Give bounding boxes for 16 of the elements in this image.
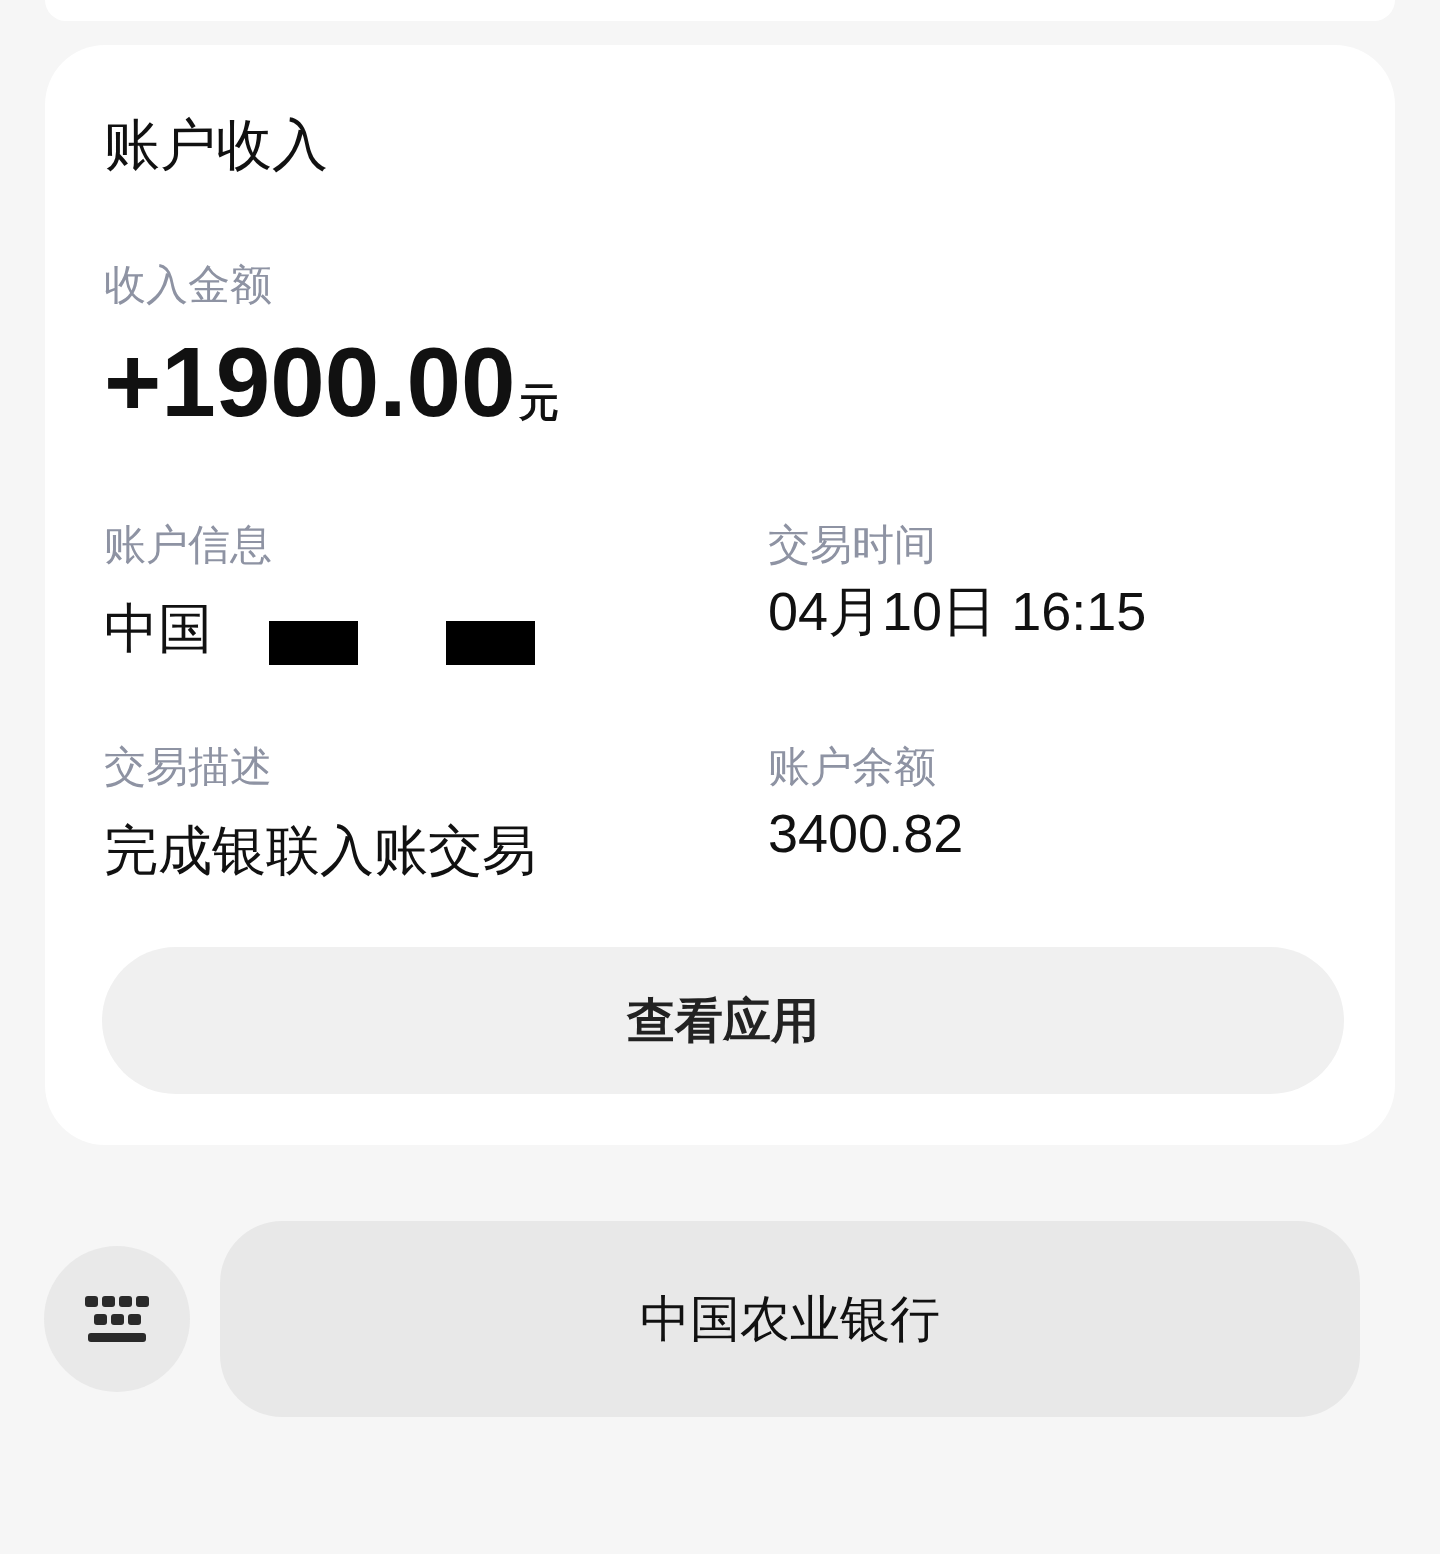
currency-unit: 元 — [519, 380, 560, 424]
bank-name-bar[interactable]: 中国农业银行 — [220, 1221, 1360, 1417]
view-app-button[interactable]: 查看应用 — [102, 947, 1344, 1094]
field-value: 完成银联入账交易 — [104, 820, 536, 882]
keyboard-icon — [85, 1296, 149, 1342]
bank-name: 中国农业银行 — [640, 1289, 940, 1349]
field-label: 交易时间 — [768, 520, 936, 570]
field-label: 账户余额 — [768, 742, 936, 792]
amount-label: 收入金额 — [104, 260, 272, 310]
amount-value: +1900.00 — [104, 332, 516, 432]
field-value: 04月10日 16:15 — [768, 580, 1147, 642]
field-value: 3400.82 — [768, 802, 964, 864]
card-title: 账户收入 — [104, 111, 328, 178]
field-label: 交易描述 — [104, 742, 272, 792]
field-value: 中国 — [104, 598, 212, 660]
field-label: 账户信息 — [104, 520, 272, 570]
